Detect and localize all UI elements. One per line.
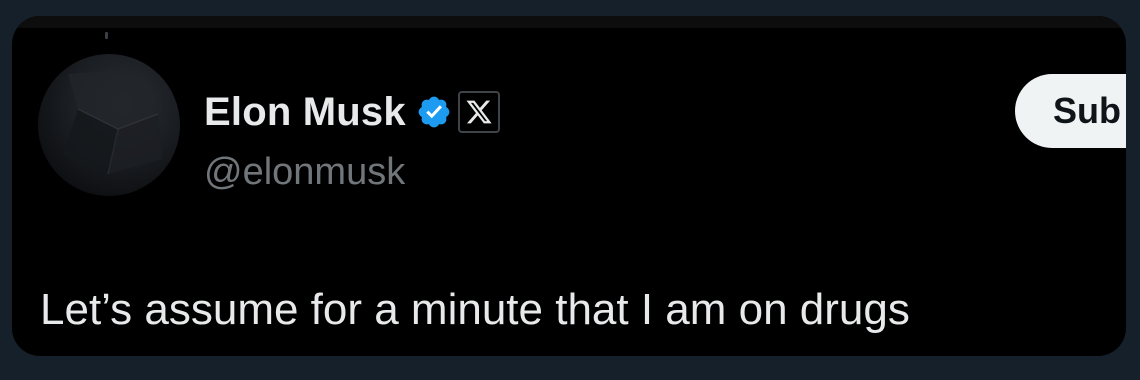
avatar-image bbox=[63, 69, 163, 175]
tweet-card: Elon Musk @elonmusk Sub Let’s assume for… bbox=[12, 16, 1126, 356]
tweet-text: Let’s assume for a minute that I am on d… bbox=[40, 285, 910, 334]
avatar[interactable] bbox=[38, 54, 180, 196]
author-name-row: Elon Musk bbox=[204, 86, 500, 138]
card-top-strip bbox=[12, 16, 1126, 28]
image-artifact bbox=[105, 32, 108, 39]
x-logo-icon[interactable] bbox=[457, 91, 500, 133]
author-display-name[interactable]: Elon Musk bbox=[204, 92, 406, 132]
author-handle[interactable]: @elonmusk bbox=[204, 150, 405, 196]
verified-badge-icon[interactable] bbox=[416, 94, 452, 130]
subscribe-button[interactable]: Sub bbox=[1015, 74, 1126, 148]
